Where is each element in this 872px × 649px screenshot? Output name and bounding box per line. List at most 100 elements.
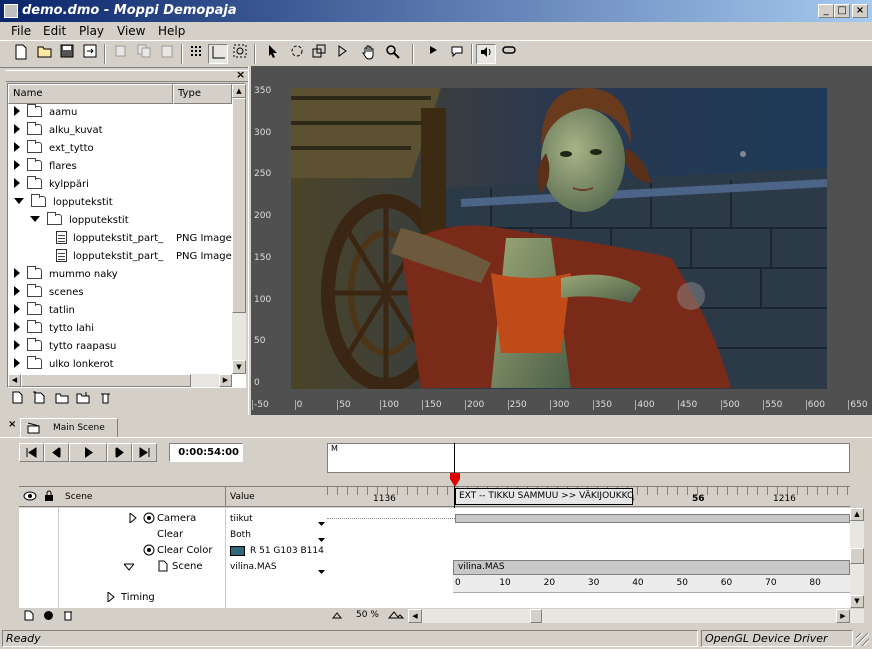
new-folder-icon[interactable] — [55, 392, 69, 407]
tree-item[interactable]: mummo naky — [8, 266, 232, 284]
expand-icon[interactable] — [14, 160, 20, 170]
tab-main-scene[interactable]: Main Scene — [20, 418, 118, 438]
tree-item[interactable]: lopputekstit_part_ PNG Image — [8, 230, 232, 248]
track-value[interactable]: tiikut — [230, 514, 327, 524]
tree-item[interactable]: tatlin — [8, 302, 232, 320]
track-value[interactable]: vilina.MAS — [230, 562, 327, 572]
zoom-icon[interactable] — [383, 44, 403, 64]
tree-item[interactable]: scenes — [8, 284, 232, 302]
zoom-in-icon[interactable] — [387, 610, 405, 623]
add-track-icon[interactable] — [24, 610, 34, 624]
column-type-header[interactable]: Type — [173, 84, 232, 104]
menu-edit[interactable]: Edit — [43, 24, 66, 38]
step-back-button[interactable] — [44, 443, 69, 462]
new-item-icon[interactable] — [32, 391, 45, 407]
hand-icon[interactable] — [359, 44, 379, 64]
marker-strip[interactable]: M — [327, 443, 850, 473]
import-folder-icon[interactable] — [76, 391, 90, 407]
play-button[interactable] — [69, 443, 107, 462]
file-tree[interactable]: Name Type aamu alku_kuvat ext_tytto flares k… — [7, 83, 246, 388]
play-icon[interactable] — [423, 44, 443, 64]
expand-track-icon[interactable] — [107, 590, 115, 605]
time-display[interactable]: 0:00:54:00 — [169, 443, 243, 462]
tree-item[interactable]: aamu — [8, 104, 232, 122]
scroll-left-icon[interactable]: ◀ — [8, 374, 21, 387]
sound-icon[interactable] — [476, 44, 496, 64]
expand-icon[interactable] — [14, 340, 20, 350]
track-scroll-thumb[interactable] — [850, 548, 864, 564]
go-end-button[interactable] — [132, 443, 157, 462]
track-row[interactable]: Clear Color R 51 G103 B114 A — [19, 543, 327, 559]
timeline-hscroll[interactable]: ◀ ▶ — [408, 609, 864, 623]
trash-icon[interactable] — [100, 391, 111, 407]
pointer-icon[interactable] — [263, 44, 283, 64]
menu-view[interactable]: View — [117, 24, 145, 38]
expand-icon[interactable] — [14, 178, 20, 188]
tree-hscroll[interactable]: ◀ ▶ — [8, 374, 232, 387]
scroll-up-icon[interactable]: ▲ — [232, 84, 246, 98]
expand-icon[interactable] — [14, 124, 20, 134]
expand-icon[interactable] — [14, 106, 20, 116]
track-row[interactable]: Camera tiikut — [19, 511, 327, 527]
tree-item[interactable]: alku_kuvat — [8, 122, 232, 140]
expand-icon[interactable] — [14, 358, 20, 368]
expand-icon[interactable] — [14, 142, 20, 152]
track-row[interactable]: Scene vilina.MAS — [19, 559, 327, 575]
go-start-button[interactable] — [19, 443, 44, 462]
tree-item[interactable]: lopputekstit_part_ PNG Image — [8, 248, 232, 266]
tree-item[interactable]: ext_tytto — [8, 140, 232, 158]
grid-icon[interactable] — [186, 44, 206, 64]
dropdown-arrow-icon[interactable] — [318, 564, 325, 577]
save-icon[interactable] — [57, 44, 77, 64]
hscroll-right-icon[interactable]: ▶ — [836, 609, 850, 623]
maximize-button[interactable]: □ — [834, 4, 850, 18]
tree-vscroll[interactable]: ▲ ▼ — [232, 84, 246, 374]
menu-file[interactable]: File — [11, 24, 31, 38]
title-bar[interactable]: demo.dmo - Moppi Demopaja _ □ × — [0, 0, 872, 22]
track-area[interactable]: vilina.MAS 0 10 20 30 40 50 60 70 80 — [327, 508, 850, 608]
select-icon[interactable] — [332, 44, 352, 64]
collapse-icon[interactable] — [14, 198, 24, 204]
tree-item[interactable]: tytto raapasu — [8, 338, 232, 356]
eye-icon[interactable] — [23, 491, 37, 504]
zoom-out-icon[interactable] — [331, 610, 343, 623]
tree-item[interactable]: ulko lonkerot — [8, 356, 232, 374]
tree-item[interactable]: lopputekstit — [8, 194, 232, 212]
playhead-handle-icon[interactable] — [450, 473, 460, 490]
lock-icon[interactable] — [44, 490, 54, 505]
column-name-header[interactable]: Name — [8, 84, 173, 104]
loop-icon[interactable] — [499, 44, 519, 64]
copy-icon[interactable] — [134, 44, 154, 64]
zoom-fit-icon[interactable] — [230, 44, 250, 64]
timeline-close-icon[interactable]: × — [8, 419, 16, 430]
camera-track-bar[interactable] — [455, 514, 850, 523]
track-vscroll[interactable]: ▲ ▼ — [850, 508, 864, 608]
color-swatch[interactable] — [230, 546, 245, 556]
collapse-track-icon[interactable] — [122, 561, 136, 574]
new-file-icon[interactable] — [12, 391, 23, 407]
open-icon[interactable] — [35, 44, 55, 64]
scroll-right-icon[interactable]: ▶ — [219, 374, 232, 387]
new-icon[interactable] — [11, 44, 31, 64]
tree-item[interactable]: flares — [8, 158, 232, 176]
timeline-hscroll-thumb[interactable] — [530, 609, 542, 623]
tree-item[interactable]: kylppäri — [8, 176, 232, 194]
app-icon[interactable] — [4, 4, 18, 18]
expand-icon[interactable] — [14, 322, 20, 332]
scene-track-bar[interactable]: vilina.MAS — [453, 560, 850, 575]
tree-item[interactable]: tytto lahi — [8, 320, 232, 338]
delete-track-icon[interactable] — [63, 610, 73, 624]
expand-icon[interactable] — [14, 304, 20, 314]
track-row[interactable]: Clear Both — [19, 527, 327, 543]
track-value[interactable]: R 51 G103 B114 A — [250, 546, 327, 556]
menu-play[interactable]: Play — [79, 24, 104, 38]
stop-icon[interactable] — [447, 44, 467, 64]
expand-icon[interactable] — [14, 268, 20, 278]
track-scroll-up-icon[interactable]: ▲ — [850, 508, 864, 521]
collapse-icon[interactable] — [30, 216, 40, 222]
expand-track-icon[interactable] — [129, 511, 137, 526]
tree-item[interactable]: lopputekstit — [8, 212, 232, 230]
render-view[interactable] — [291, 88, 827, 389]
scale-icon[interactable] — [309, 44, 329, 64]
resize-grip[interactable] — [856, 633, 869, 646]
